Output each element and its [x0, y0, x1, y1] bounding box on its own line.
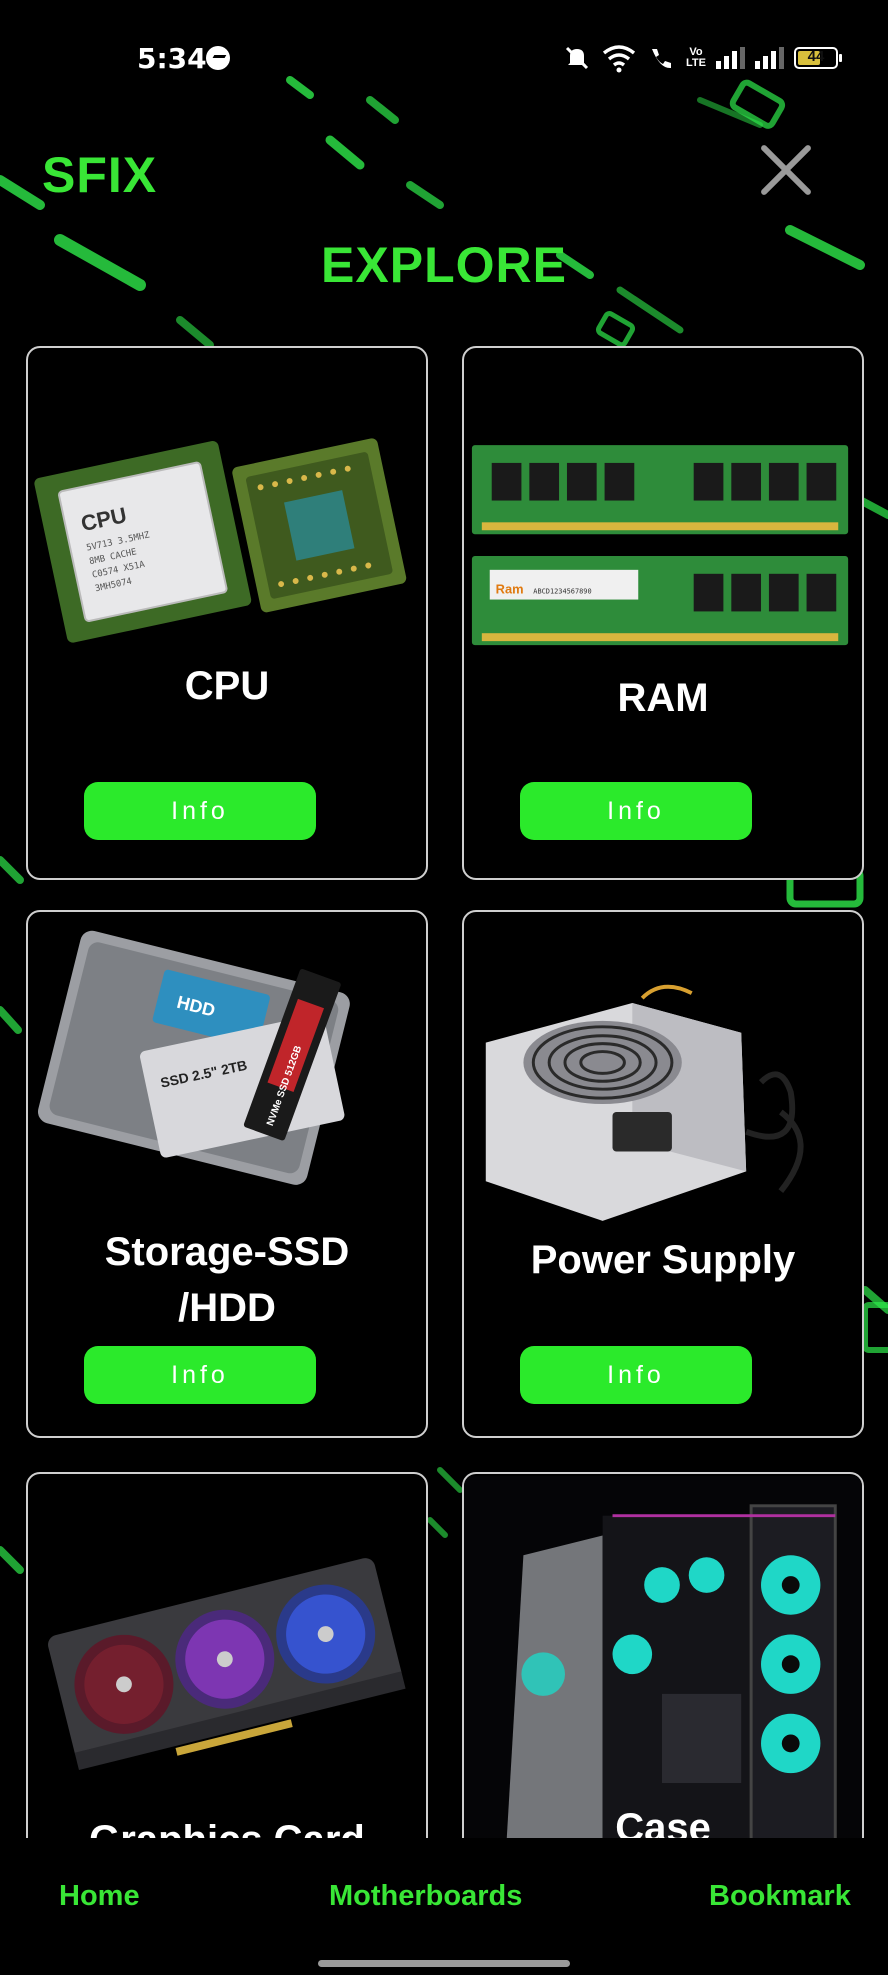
info-button[interactable]: Info	[520, 782, 752, 840]
battery-level: 44	[807, 48, 825, 65]
nav-home[interactable]: Home	[59, 1880, 140, 1913]
graphics-card-image	[48, 1558, 406, 1771]
ram-image: Ram ABCD1234567890	[471, 445, 849, 646]
card-graphics-card[interactable]: Graphics Card	[26, 1472, 428, 1892]
battery-icon: 44	[794, 47, 842, 69]
card-title-line1: Storage-SSD	[104, 1230, 350, 1274]
status-bar: 5:34 Vo LTE 44	[0, 0, 888, 118]
page-title: EXPLORE	[321, 237, 567, 293]
info-button[interactable]: Info	[84, 782, 316, 840]
card-title: Storage-SSD /HDD	[28, 1224, 426, 1336]
volte-indicator: Vo LTE	[686, 47, 706, 69]
info-button[interactable]: Info	[84, 1346, 316, 1404]
info-button[interactable]: Info	[520, 1346, 752, 1404]
messenger-icon	[206, 46, 230, 70]
close-icon[interactable]	[756, 140, 816, 200]
nav-motherboards[interactable]: Motherboards	[329, 1880, 522, 1913]
storage-image: HDD SSD 2.5" 2TB NVMe SSD 512GB	[37, 930, 350, 1185]
cpu-image: CPU 5V713 3.5MHZ 8MB CACHE C0574 X51A 3M…	[34, 438, 407, 643]
ram-label-brand: Ram	[496, 582, 524, 597]
card-case[interactable]: Case	[462, 1472, 864, 1892]
gesture-bar[interactable]	[318, 1960, 570, 1967]
bottom-nav: Home Motherboards Bookmark	[0, 1838, 888, 1975]
card-storage[interactable]: HDD SSD 2.5" 2TB NVMe SSD 512GB Storage-…	[26, 910, 428, 1438]
card-cpu[interactable]: CPU 5V713 3.5MHZ 8MB CACHE C0574 X51A 3M…	[26, 346, 428, 880]
card-title-line2: /HDD	[178, 1286, 276, 1330]
card-title: RAM	[617, 676, 709, 720]
status-time: 5:34	[137, 42, 207, 75]
power-supply-image	[485, 984, 804, 1221]
status-icons: Vo LTE 44	[562, 40, 842, 76]
volte-bottom: LTE	[686, 57, 706, 69]
card-power-supply[interactable]: Power Supply Info	[462, 910, 864, 1438]
ram-label-serial: ABCD1234567890	[533, 588, 591, 596]
card-title: Power Supply	[530, 1238, 796, 1282]
card-title: CPU	[184, 664, 270, 708]
signal-icon-2	[755, 47, 784, 69]
app-brand: SFIX	[42, 147, 158, 203]
mute-icon	[565, 46, 589, 70]
wifi-calling-icon	[652, 49, 672, 69]
wifi-icon	[602, 45, 636, 73]
signal-icon-1	[716, 47, 745, 69]
nav-bookmark[interactable]: Bookmark	[709, 1880, 851, 1913]
card-ram[interactable]: Ram ABCD1234567890 RAM Info	[462, 346, 864, 880]
